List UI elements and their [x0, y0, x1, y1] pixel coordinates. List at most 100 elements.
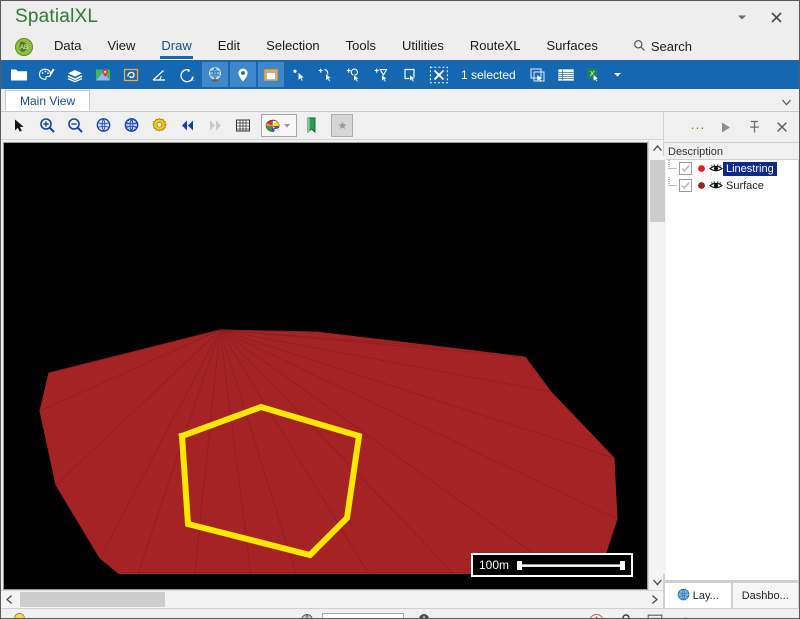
boundary-icon[interactable] [118, 62, 144, 87]
menu-item-edit[interactable]: Edit [205, 35, 253, 58]
status-orientation-cell: -90.00, 0.00, 0.00 [670, 611, 799, 619]
rotate-axis-icon[interactable]: x [174, 62, 200, 87]
export-excel-icon[interactable]: X [581, 62, 607, 87]
close-panel-icon[interactable] [769, 115, 795, 139]
layers-icon[interactable] [62, 62, 88, 87]
scale-value: 4,166 [327, 616, 357, 619]
horizontal-scroll-thumb[interactable] [20, 592, 165, 607]
clear-selection-icon[interactable] [426, 62, 452, 87]
scale-combobox[interactable]: 4,166 [322, 612, 405, 619]
canvas-vertical-scrollbar[interactable] [648, 140, 666, 590]
main-toolbar: x 1 selected X [1, 60, 799, 89]
vertical-scroll-track[interactable] [649, 156, 666, 574]
menu-item-data[interactable]: Data [41, 35, 94, 58]
status-lock-cell[interactable] [612, 611, 640, 618]
previous-view-icon[interactable] [173, 114, 201, 138]
note-icon[interactable] [647, 614, 663, 618]
collapse-right-icon[interactable] [713, 115, 739, 139]
select-rect-add-icon[interactable] [342, 62, 368, 87]
mouse-icon [418, 613, 430, 618]
menu-search-label: Search [650, 39, 693, 54]
layer-checkbox[interactable] [679, 179, 692, 192]
bookmark-icon[interactable] [297, 114, 325, 138]
scroll-left-chevron-left-icon[interactable] [1, 591, 18, 608]
horizontal-scroll-track[interactable] [18, 591, 646, 608]
tree-stem [667, 177, 679, 194]
map-render-area[interactable]: x y z [4, 143, 647, 589]
select-point-icon[interactable] [286, 62, 312, 87]
menu-item-selection[interactable]: Selection [253, 35, 332, 58]
layer-visibility-eye-icon[interactable] [708, 180, 723, 191]
select-lasso-add-icon[interactable] [370, 62, 396, 87]
zoom-extents-icon[interactable] [89, 114, 117, 138]
menu-item-surfaces[interactable]: Surfaces [534, 35, 611, 58]
overflow-caret-icon[interactable] [608, 62, 628, 87]
grid-icon[interactable] [229, 114, 257, 138]
scroll-right-chevron-right-icon[interactable] [646, 591, 663, 608]
view-toolbar [1, 112, 663, 140]
menu-item-tools[interactable]: Tools [333, 35, 389, 58]
layer-symbol-icon [695, 181, 708, 190]
status-note-cell[interactable] [640, 611, 670, 618]
snap-target-icon[interactable] [588, 613, 605, 618]
zoom-in-icon[interactable] [33, 114, 61, 138]
menu-search[interactable]: Search [611, 39, 692, 55]
map-canvas[interactable]: x y z 100m [3, 142, 648, 590]
eye-icon[interactable] [677, 615, 694, 618]
canvas-horizontal-scrollbar[interactable] [1, 590, 663, 608]
measure-angle-icon[interactable] [146, 62, 172, 87]
unlock-icon[interactable] [619, 613, 633, 618]
window-menu-chevron-icon[interactable] [725, 4, 759, 30]
selection-status-label: 1 selected [461, 67, 516, 82]
tab-overflow-chevron-down-icon[interactable] [782, 98, 791, 108]
tab-main-view[interactable]: Main View [5, 90, 91, 111]
pin-icon[interactable] [741, 115, 767, 139]
status-scale-cell: 4,166 [292, 611, 411, 619]
menu-item-utilities[interactable]: Utilities [389, 35, 457, 58]
globe-icon[interactable] [202, 62, 228, 87]
more-options-icon[interactable]: ... [685, 112, 711, 142]
tab-layers-label: Lay... [692, 589, 719, 602]
layers-list[interactable]: Linestring Surface [664, 160, 799, 581]
next-view-icon[interactable] [201, 114, 229, 138]
status-bar: Click items to select/unselect right cli… [1, 608, 799, 619]
duplicate-window-icon[interactable] [525, 62, 551, 87]
view-settings-icon[interactable] [145, 114, 173, 138]
snapshot-icon[interactable] [331, 114, 353, 137]
tab-dashboard[interactable]: Dashbo... [731, 582, 799, 608]
view-tab-strip: Main View [1, 89, 799, 112]
layer-visibility-eye-icon[interactable] [708, 163, 723, 174]
dock-header: ... [664, 112, 799, 142]
tab-layers[interactable]: Lay... [664, 582, 732, 608]
list-item[interactable]: Surface [665, 177, 798, 194]
select-box-icon[interactable] [398, 62, 424, 87]
status-coordinates-cell: 193.660; 263.327; 30.000 [411, 611, 581, 618]
google-maps-icon[interactable] [90, 62, 116, 87]
layers-dock-panel: ... Description Linestring Surface Lay..… [663, 112, 799, 608]
palette-icon[interactable] [34, 62, 60, 87]
close-icon[interactable] [759, 4, 793, 30]
vertical-scroll-thumb[interactable] [650, 160, 665, 222]
dock-tab-strip: Lay... Dashbo... [664, 581, 799, 608]
menu-item-view[interactable]: View [94, 35, 148, 58]
menu-item-draw[interactable]: Draw [148, 35, 204, 59]
pointer-icon[interactable] [5, 114, 33, 138]
window-layout-icon[interactable] [258, 62, 284, 87]
layer-checkbox[interactable] [679, 162, 692, 175]
app-logo-icon[interactable]: AB [7, 35, 41, 59]
status-snap-cell[interactable] [581, 611, 612, 618]
layer-name-surface[interactable]: Surface [723, 179, 767, 193]
map-pin-icon[interactable] [230, 62, 256, 87]
menu-item-routexl[interactable]: RouteXL [457, 35, 534, 58]
select-add-icon[interactable] [314, 62, 340, 87]
table-view-icon[interactable] [553, 62, 579, 87]
zoom-selection-icon[interactable] [117, 114, 145, 138]
globe-icon [677, 588, 690, 604]
open-folder-icon[interactable] [6, 62, 32, 87]
list-item[interactable]: Linestring [665, 160, 798, 177]
layer-name-linestring[interactable]: Linestring [723, 161, 777, 176]
zoom-out-icon[interactable] [61, 114, 89, 138]
app-title: SpatialXL [15, 6, 99, 27]
color-palette-dropdown-icon[interactable] [261, 114, 297, 137]
orientation-readout: -90.00, 0.00, 0.00 [701, 616, 795, 619]
